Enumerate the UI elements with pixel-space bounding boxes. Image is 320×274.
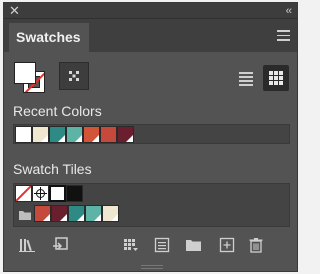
color-swatch[interactable] — [68, 205, 85, 222]
new-swatch-icon[interactable] — [219, 237, 235, 253]
black-swatch[interactable] — [66, 185, 83, 202]
show-swatch-kinds-menu-icon[interactable] — [122, 237, 138, 253]
color-swatch[interactable] — [102, 205, 119, 222]
color-swatch[interactable] — [15, 126, 32, 143]
collapse-icon[interactable]: ‹‹ — [286, 4, 292, 18]
swatch-libraries-icon[interactable] — [19, 237, 35, 253]
paper-swatch[interactable] — [49, 185, 66, 202]
fill-swatch[interactable] — [14, 62, 36, 84]
color-swatch[interactable] — [34, 205, 51, 222]
color-swatch[interactable] — [49, 126, 66, 143]
place-swatch-icon[interactable] — [52, 237, 68, 253]
tab-swatches[interactable]: Swatches — [9, 23, 89, 52]
color-swatch[interactable] — [85, 205, 102, 222]
recent-colors-row — [13, 124, 290, 144]
show-swatch-kinds-icon[interactable] — [59, 62, 89, 90]
close-icon[interactable]: ✕ — [9, 4, 20, 18]
color-swatch[interactable] — [100, 126, 117, 143]
recent-colors-label: Recent Colors — [13, 103, 102, 119]
panel-titlebar: ✕ ‹‹ — [4, 3, 297, 19]
swatches-panel: ✕ ‹‹ Swatches Recent Colors Swatch Tiles — [3, 2, 298, 272]
bottom-toolbar — [4, 233, 297, 259]
color-swatch[interactable] — [83, 126, 100, 143]
color-swatch[interactable] — [32, 126, 49, 143]
color-swatch[interactable] — [66, 126, 83, 143]
list-view-icon[interactable] — [234, 65, 258, 91]
swatch-tiles-grid — [13, 183, 290, 227]
fill-stroke-proxy[interactable] — [14, 62, 46, 94]
delete-swatch-icon[interactable] — [248, 237, 264, 253]
color-swatch[interactable] — [117, 126, 134, 143]
tab-bar: Swatches — [4, 19, 297, 52]
registration-swatch[interactable] — [32, 185, 49, 202]
color-swatch[interactable] — [51, 205, 68, 222]
none-swatch[interactable] — [15, 185, 32, 202]
grid-view-icon[interactable] — [263, 65, 289, 91]
swatch-tiles-label: Swatch Tiles — [13, 161, 92, 177]
panel-menu-icon[interactable] — [277, 30, 290, 41]
new-color-group-icon[interactable] — [185, 237, 201, 253]
resize-grip[interactable] — [141, 265, 163, 269]
swatch-options-icon[interactable] — [154, 237, 170, 253]
